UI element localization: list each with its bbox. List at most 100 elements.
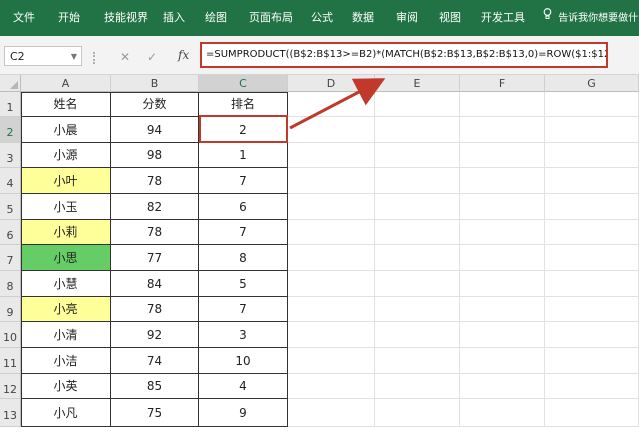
cell[interactable] <box>545 374 639 399</box>
row-header-13[interactable]: 13 <box>0 399 21 427</box>
row-header-2[interactable]: 2 <box>0 117 21 143</box>
cell[interactable] <box>375 245 460 271</box>
cell[interactable] <box>460 399 545 427</box>
table-cell-score[interactable]: 75 <box>111 399 199 427</box>
cell[interactable] <box>545 168 639 194</box>
cell[interactable] <box>460 348 545 374</box>
enter-check-icon[interactable]: ✓ <box>147 50 157 64</box>
cell[interactable] <box>545 245 639 271</box>
table-cell-name[interactable]: 小晨 <box>21 117 111 143</box>
name-box[interactable]: C2 ▼ <box>4 46 82 66</box>
ribbon-tab[interactable]: 技能视界 <box>104 0 148 36</box>
cell[interactable] <box>375 399 460 427</box>
ribbon-tab[interactable]: 开始 <box>58 0 80 36</box>
cell[interactable] <box>460 322 545 348</box>
tell-me-search[interactable]: 告诉我你想要做什 <box>543 0 638 36</box>
table-cell-rank[interactable]: 8 <box>199 245 288 271</box>
table-cell-rank[interactable]: 5 <box>199 271 288 297</box>
cell[interactable] <box>375 220 460 245</box>
cell[interactable] <box>460 117 545 143</box>
row-header-3[interactable]: 3 <box>0 143 21 168</box>
table-cell-rank[interactable]: 7 <box>199 220 288 245</box>
cell[interactable] <box>460 374 545 399</box>
cell[interactable] <box>545 220 639 245</box>
cell[interactable] <box>375 322 460 348</box>
table-cell-name[interactable]: 小源 <box>21 143 111 168</box>
table-cell-score[interactable]: 78 <box>111 297 199 322</box>
table-cell-name[interactable]: 小英 <box>21 374 111 399</box>
column-header-d[interactable]: D <box>288 75 375 92</box>
row-header-5[interactable]: 5 <box>0 194 21 220</box>
table-cell-rank[interactable]: 10 <box>199 348 288 374</box>
table-cell-score[interactable]: 84 <box>111 271 199 297</box>
cell[interactable] <box>288 194 375 220</box>
ribbon-tab[interactable]: 页面布局 <box>249 0 293 36</box>
select-all-button[interactable] <box>0 75 21 92</box>
cell[interactable] <box>460 297 545 322</box>
column-header-b[interactable]: B <box>111 75 199 92</box>
cancel-icon[interactable]: ✕ <box>120 50 130 64</box>
row-header-10[interactable]: 10 <box>0 322 21 348</box>
cell[interactable] <box>460 271 545 297</box>
table-cell-name[interactable]: 小思 <box>21 245 111 271</box>
cell[interactable] <box>460 245 545 271</box>
table-cell-name[interactable]: 小亮 <box>21 297 111 322</box>
cell[interactable] <box>288 271 375 297</box>
cell[interactable] <box>460 194 545 220</box>
table-cell-name[interactable]: 小清 <box>21 322 111 348</box>
cell[interactable] <box>545 194 639 220</box>
cell[interactable] <box>375 271 460 297</box>
table-cell-rank[interactable]: 3 <box>199 322 288 348</box>
cell[interactable] <box>288 168 375 194</box>
cell[interactable] <box>288 220 375 245</box>
cell[interactable] <box>545 271 639 297</box>
cell[interactable] <box>460 220 545 245</box>
table-cell-name[interactable]: 小莉 <box>21 220 111 245</box>
cell[interactable] <box>288 399 375 427</box>
table-cell-name[interactable]: 小叶 <box>21 168 111 194</box>
table-cell-score[interactable]: 94 <box>111 117 199 143</box>
cell[interactable] <box>545 348 639 374</box>
table-header-cell[interactable]: 分数 <box>111 92 199 117</box>
table-cell-name[interactable]: 小凡 <box>21 399 111 427</box>
cell[interactable] <box>288 348 375 374</box>
cell[interactable] <box>460 168 545 194</box>
table-cell-score[interactable]: 92 <box>111 322 199 348</box>
cell[interactable] <box>288 143 375 168</box>
ribbon-tab[interactable]: 公式 <box>311 0 333 36</box>
cell[interactable] <box>288 245 375 271</box>
table-header-cell[interactable]: 排名 <box>199 92 288 117</box>
row-header-1[interactable]: 1 <box>0 92 21 117</box>
row-header-9[interactable]: 9 <box>0 297 21 322</box>
table-cell-score[interactable]: 98 <box>111 143 199 168</box>
cell[interactable] <box>375 348 460 374</box>
ribbon-tab[interactable]: 视图 <box>439 0 461 36</box>
cell[interactable] <box>545 117 639 143</box>
cell[interactable] <box>288 92 375 117</box>
table-cell-rank[interactable]: 4 <box>199 374 288 399</box>
cell[interactable] <box>375 374 460 399</box>
cell[interactable] <box>375 297 460 322</box>
table-cell-score[interactable]: 74 <box>111 348 199 374</box>
cell[interactable] <box>288 297 375 322</box>
cell[interactable] <box>545 143 639 168</box>
cell[interactable] <box>460 92 545 117</box>
ribbon-tab[interactable]: 数据 <box>352 0 374 36</box>
table-cell-rank[interactable]: 7 <box>199 297 288 322</box>
column-header-a[interactable]: A <box>21 75 111 92</box>
ribbon-tab[interactable]: 插入 <box>163 0 185 36</box>
column-header-e[interactable]: E <box>375 75 460 92</box>
table-cell-score[interactable]: 78 <box>111 220 199 245</box>
ribbon-tab[interactable]: 开发工具 <box>481 0 525 36</box>
row-header-4[interactable]: 4 <box>0 168 21 194</box>
row-header-11[interactable]: 11 <box>0 348 21 374</box>
row-header-12[interactable]: 12 <box>0 374 21 399</box>
cell[interactable] <box>375 92 460 117</box>
row-header-7[interactable]: 7 <box>0 245 21 271</box>
ribbon-tab[interactable]: 审阅 <box>396 0 418 36</box>
table-cell-score[interactable]: 85 <box>111 374 199 399</box>
table-cell-rank[interactable]: 1 <box>199 143 288 168</box>
cell[interactable] <box>375 194 460 220</box>
table-cell-score[interactable]: 77 <box>111 245 199 271</box>
cell[interactable] <box>375 117 460 143</box>
